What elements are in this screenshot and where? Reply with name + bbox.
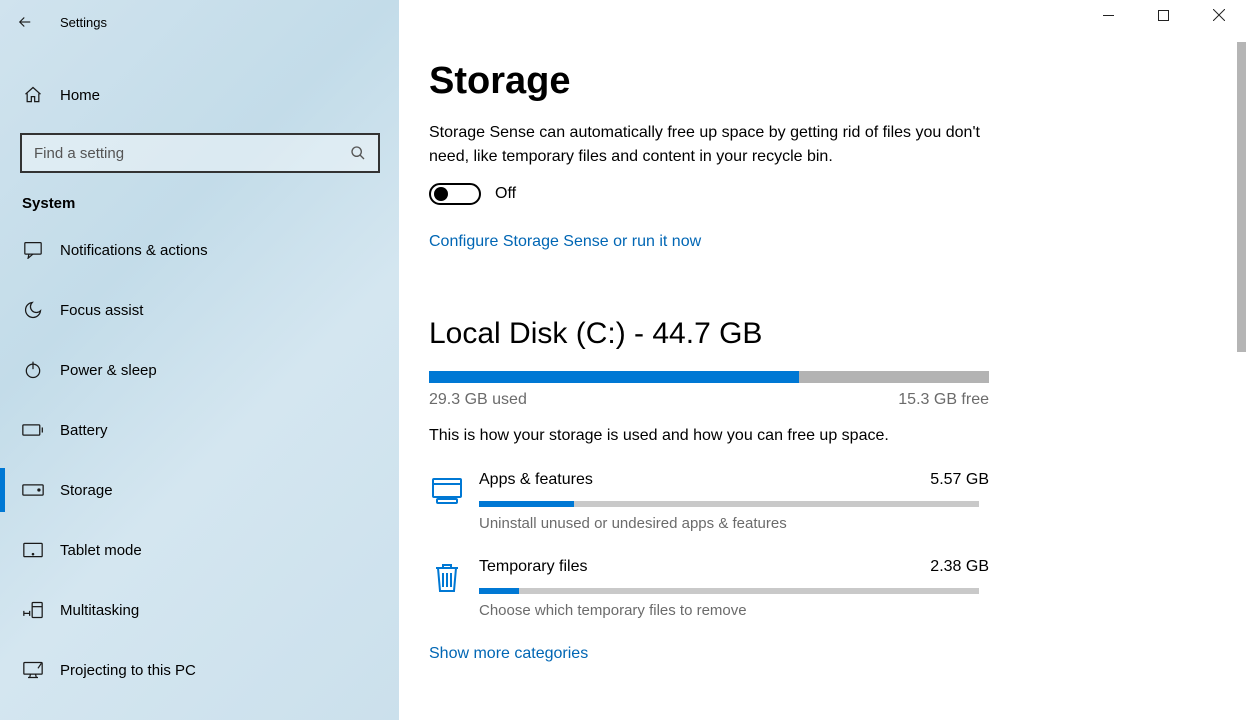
sidebar-item-focus-assist[interactable]: Focus assist <box>0 280 399 340</box>
message-icon <box>22 239 44 261</box>
sidebar-item-label: Battery <box>60 422 108 439</box>
sidebar-item-label: Multitasking <box>60 602 139 619</box>
show-more-categories-link[interactable]: Show more categories <box>429 619 588 663</box>
storage-sense-toggle[interactable] <box>429 183 481 205</box>
sidebar-item-label: Storage <box>60 482 113 499</box>
sidebar-item-label: Tablet mode <box>60 542 142 559</box>
toggle-state-label: Off <box>495 185 516 203</box>
back-button[interactable] <box>0 3 50 41</box>
category-body: Temporary files 2.38 GB Choose which tem… <box>479 558 989 619</box>
main-content: Storage Storage Sense can automatically … <box>399 0 1246 720</box>
apps-icon <box>429 473 465 509</box>
home-icon <box>22 84 44 106</box>
storage-sense-description: Storage Sense can automatically free up … <box>429 103 989 169</box>
sidebar-item-label: Projecting to this PC <box>60 662 196 679</box>
battery-icon <box>22 419 44 441</box>
moon-icon <box>22 299 44 321</box>
tablet-icon <box>22 539 44 561</box>
scrollbar-thumb[interactable] <box>1237 42 1246 352</box>
category-header: Temporary files 2.38 GB <box>479 558 989 576</box>
sidebar-item-notifications[interactable]: Notifications & actions <box>0 220 399 280</box>
sidebar: Settings Home System Noti <box>0 0 399 720</box>
disk-usage-fill <box>429 371 799 383</box>
sidebar-item-home[interactable]: Home <box>0 65 399 125</box>
sidebar-item-projecting[interactable]: Projecting to this PC <box>0 640 399 700</box>
project-icon <box>22 659 44 681</box>
search-icon <box>350 145 366 161</box>
category-hint: Uninstall unused or undesired apps & fea… <box>479 507 989 532</box>
toggle-thumb <box>434 187 448 201</box>
storage-sense-toggle-row: Off <box>429 169 1246 205</box>
sidebar-item-power-sleep[interactable]: Power & sleep <box>0 340 399 400</box>
trash-icon <box>429 560 465 596</box>
category-bar <box>479 501 979 507</box>
category-size: 2.38 GB <box>930 558 989 576</box>
disk-heading: Local Disk (C:) - 44.7 GB <box>429 251 1246 351</box>
category-temporary-files[interactable]: Temporary files 2.38 GB Choose which tem… <box>429 532 989 619</box>
search-box[interactable] <box>20 133 380 173</box>
close-button[interactable] <box>1191 0 1246 30</box>
app-title: Settings <box>50 15 107 30</box>
category-hint: Choose which temporary files to remove <box>479 594 989 619</box>
home-label: Home <box>60 87 100 104</box>
sidebar-header: Settings <box>0 0 399 40</box>
sidebar-item-storage[interactable]: Storage <box>0 460 399 520</box>
window-controls <box>1081 0 1246 30</box>
sidebar-item-label: Power & sleep <box>60 362 157 379</box>
drive-icon <box>22 479 44 501</box>
category-body: Apps & features 5.57 GB Uninstall unused… <box>479 471 989 532</box>
nav-list: Notifications & actions Focus assist Pow… <box>0 220 399 700</box>
category-header: Apps & features 5.57 GB <box>479 471 989 489</box>
sidebar-item-multitasking[interactable]: Multitasking <box>0 580 399 640</box>
sidebar-item-battery[interactable]: Battery <box>0 400 399 460</box>
disk-usage-bar <box>429 371 989 383</box>
search-input[interactable] <box>34 145 350 162</box>
power-icon <box>22 359 44 381</box>
usage-description: This is how your storage is used and how… <box>429 409 1246 445</box>
disk-stats: 29.3 GB used 15.3 GB free <box>429 383 989 409</box>
category-apps-features[interactable]: Apps & features 5.57 GB Uninstall unused… <box>429 445 989 532</box>
category-name: Temporary files <box>479 558 587 576</box>
category-bar <box>479 588 979 594</box>
category-size: 5.57 GB <box>930 471 989 489</box>
minimize-button[interactable] <box>1081 0 1136 30</box>
category-name: Apps & features <box>479 471 593 489</box>
section-label: System <box>0 181 399 220</box>
sidebar-item-tablet-mode[interactable]: Tablet mode <box>0 520 399 580</box>
configure-storage-sense-link[interactable]: Configure Storage Sense or run it now <box>429 205 701 251</box>
maximize-button[interactable] <box>1136 0 1191 30</box>
sidebar-item-label: Focus assist <box>60 302 143 319</box>
category-bar-fill <box>479 588 519 594</box>
search-wrap <box>0 125 399 181</box>
sidebar-item-label: Notifications & actions <box>60 242 208 259</box>
category-bar-fill <box>479 501 574 507</box>
disk-used-label: 29.3 GB used <box>429 391 527 409</box>
multitask-icon <box>22 599 44 621</box>
disk-free-label: 15.3 GB free <box>898 391 989 409</box>
arrow-left-icon <box>16 13 34 31</box>
